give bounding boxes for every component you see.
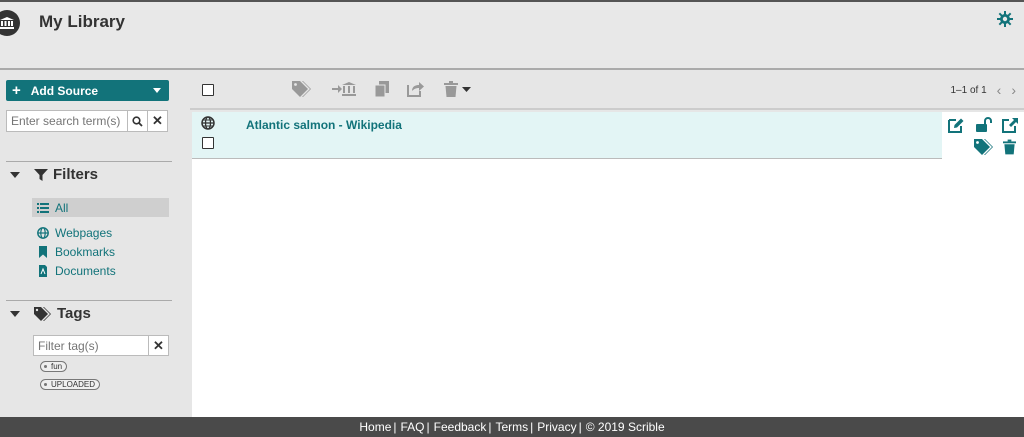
footer-separator: | — [578, 420, 582, 434]
filter-item-label: Bookmarks — [55, 244, 116, 259]
pagination-text: 1–1 of 1 — [950, 84, 987, 96]
page-title: My Library — [39, 12, 125, 31]
clear-search-button[interactable]: ✕ — [148, 110, 168, 132]
footer-separator: | — [426, 420, 430, 434]
divider — [6, 300, 172, 301]
sidebar: + Add Source ✕ Filters All Webpages Book… — [0, 72, 190, 417]
trash-icon[interactable] — [444, 81, 458, 97]
tag-filter-input[interactable] — [33, 335, 149, 356]
filter-item-webpages[interactable]: Webpages — [32, 223, 169, 242]
item-checkbox[interactable] — [202, 137, 214, 149]
tag-icon[interactable] — [292, 81, 312, 97]
filter-item-label: All — [55, 200, 69, 215]
library-list: Atlantic salmon - Wikipedia — [192, 112, 1024, 417]
footer-link-faq[interactable]: FAQ — [401, 420, 425, 434]
tag-icon[interactable] — [974, 139, 994, 155]
search-box: ✕ — [6, 110, 169, 132]
chevron-left-icon[interactable]: ‹ — [997, 82, 1002, 98]
copy-icon[interactable] — [375, 81, 389, 97]
globe-icon — [201, 116, 215, 130]
clear-tag-filter-button[interactable]: ✕ — [149, 335, 169, 356]
footer-link-home[interactable]: Home — [359, 420, 391, 434]
filters-header[interactable]: Filters — [10, 166, 98, 183]
footer-separator: | — [530, 420, 534, 434]
list-item[interactable]: Atlantic salmon - Wikipedia — [192, 112, 1024, 159]
filter-item-documents[interactable]: Documents — [32, 261, 169, 280]
filters-title: Filters — [53, 166, 99, 183]
footer-link-privacy[interactable]: Privacy — [537, 420, 576, 434]
close-icon: ✕ — [153, 337, 164, 353]
toolbar: 1–1 of 1 ‹ › — [190, 72, 1024, 110]
footer-separator: | — [393, 420, 397, 434]
footer-copyright: © 2019 Scrible — [585, 420, 665, 434]
tags-header[interactable]: Tags — [10, 305, 91, 322]
tag-pill[interactable]: fun — [40, 361, 68, 372]
add-source-button[interactable]: + Add Source — [6, 80, 169, 101]
list-icon — [37, 202, 49, 213]
footer-separator: | — [488, 420, 492, 434]
unlock-icon[interactable] — [975, 117, 992, 133]
caret-down-icon — [153, 88, 161, 93]
item-title-link[interactable]: Atlantic salmon - Wikipedia — [246, 118, 402, 132]
pagination: 1–1 of 1 ‹ › — [951, 82, 1017, 98]
collapse-triangle-icon — [10, 171, 20, 178]
tag-pill[interactable]: UPLOADED — [40, 379, 101, 390]
filter-item-bookmarks[interactable]: Bookmarks — [32, 242, 169, 261]
footer-link-feedback[interactable]: Feedback — [434, 420, 487, 434]
gear-icon[interactable] — [997, 11, 1013, 27]
select-all-checkbox[interactable] — [202, 84, 214, 96]
divider — [6, 161, 172, 162]
app-header: My Library — [0, 0, 1024, 70]
close-icon: ✕ — [152, 113, 163, 128]
collapse-triangle-icon — [10, 310, 20, 317]
footer-link-terms[interactable]: Terms — [495, 420, 528, 434]
tags-title: Tags — [57, 305, 91, 322]
footer: Home | FAQ | Feedback | Terms | Privacy | © 2… — [0, 417, 1024, 437]
filter-icon — [34, 168, 48, 181]
search-button[interactable] — [128, 110, 148, 132]
caret-down-icon[interactable] — [462, 87, 471, 92]
tags-icon — [34, 306, 51, 321]
trash-icon[interactable] — [1003, 139, 1016, 155]
share-icon[interactable] — [407, 81, 425, 97]
search-input[interactable] — [6, 110, 128, 132]
chevron-right-icon[interactable]: › — [1011, 82, 1016, 98]
search-icon — [132, 115, 143, 127]
library-logo-icon[interactable] — [0, 10, 20, 36]
globe-icon — [37, 226, 49, 239]
filter-item-label: Webpages — [55, 225, 113, 240]
bookmark-icon — [39, 245, 47, 258]
edit-icon[interactable] — [948, 117, 965, 133]
move-to-library-icon[interactable] — [332, 81, 356, 97]
pdf-icon — [39, 264, 47, 277]
open-external-icon[interactable] — [1002, 117, 1019, 133]
plus-icon: + — [12, 82, 21, 99]
tag-filter-box: ✕ — [33, 335, 169, 356]
filter-item-label: Documents — [55, 263, 116, 278]
filter-item-all[interactable]: All — [32, 198, 169, 217]
add-source-label: Add Source — [30, 83, 99, 98]
